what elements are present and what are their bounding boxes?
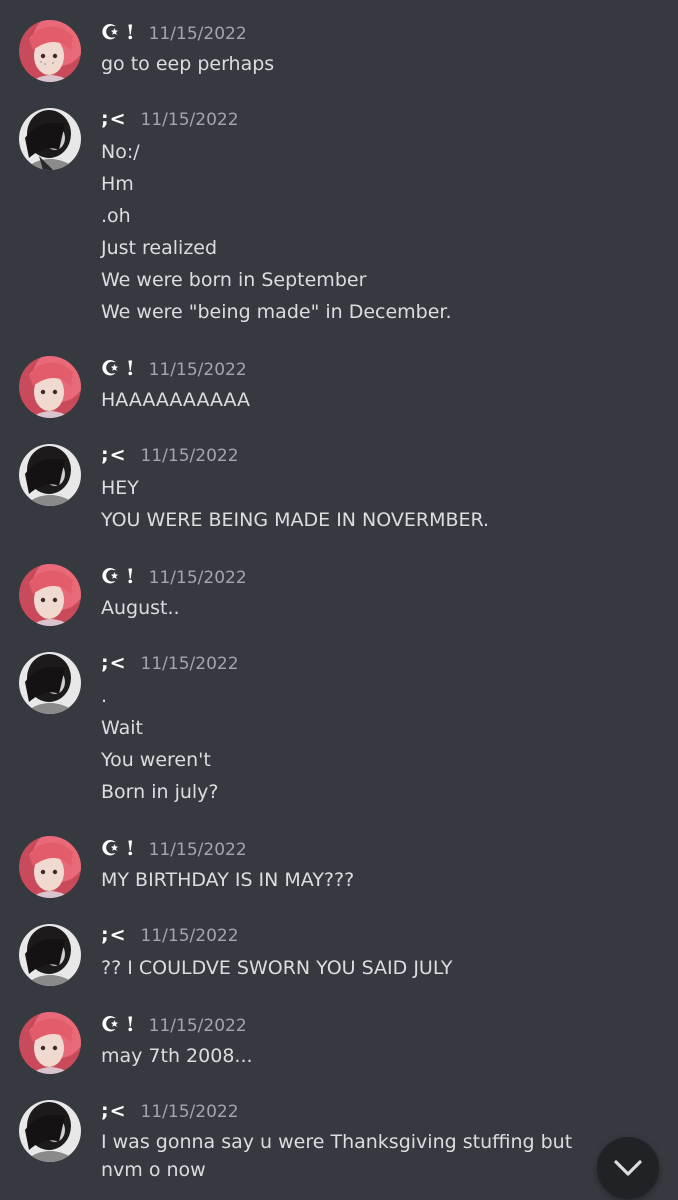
message-content: may 7th 2008... (101, 1040, 661, 1072)
username[interactable]: ;< (101, 924, 127, 946)
message-header: ☪︎ ! 11/15/2022 (101, 564, 247, 590)
dark-hair-avatar-image (19, 444, 81, 506)
username[interactable]: ;< (101, 444, 127, 466)
message-header: ;< 11/15/2022 (101, 652, 239, 678)
pink-hair-avatar[interactable] (19, 836, 81, 898)
message-line: We were born in September (101, 269, 367, 291)
message-line: No:/ (101, 141, 140, 163)
message-content: ?? I COULDVE SWORN YOU SAID JULY (101, 952, 661, 984)
chevron-down-icon (614, 1160, 642, 1176)
pink-hair-avatar-image (19, 20, 81, 82)
message-line: We were "being made" in December. (101, 301, 452, 323)
username[interactable]: ;< (101, 652, 127, 674)
message-line: ?? I COULDVE SWORN YOU SAID JULY (101, 957, 453, 979)
pink-hair-avatar[interactable] (19, 1012, 81, 1074)
message-line: You weren't (101, 749, 211, 771)
timestamp: 11/15/2022 (140, 446, 239, 466)
message-line: . (101, 685, 108, 707)
dark-hair-avatar[interactable] (19, 108, 81, 170)
message-line: .oh (101, 205, 131, 227)
jump-to-present-button[interactable] (597, 1137, 659, 1199)
message-line: HEY (101, 477, 139, 499)
message-line: MY BIRTHDAY IS IN MAY??? (101, 869, 355, 891)
message-line: YOU WERE BEING MADE IN NOVERMBER. (101, 509, 490, 531)
pink-hair-avatar-image (19, 564, 81, 626)
dark-hair-avatar-image (19, 108, 81, 170)
message-line: HAAAAAAAAAA (101, 389, 251, 411)
username[interactable]: ;< (101, 108, 127, 130)
message-content: HEY YOU WERE BEING MADE IN NOVERMBER. (101, 472, 661, 536)
message-line: I was gonna say u were Thanksgiving stuf… (101, 1131, 573, 1181)
dark-hair-avatar[interactable] (19, 652, 81, 714)
message-header: ;< 11/15/2022 (101, 108, 239, 134)
timestamp: 11/15/2022 (140, 926, 239, 946)
username[interactable]: ☪︎ ! (101, 356, 135, 380)
message-content: MY BIRTHDAY IS IN MAY??? (101, 864, 661, 896)
timestamp: 11/15/2022 (140, 1102, 239, 1122)
message-header: ☪︎ ! 11/15/2022 (101, 356, 247, 382)
username[interactable]: ☪︎ ! (101, 20, 135, 44)
pink-hair-avatar[interactable] (19, 564, 81, 626)
message-line: go to eep perhaps (101, 53, 275, 75)
pink-hair-avatar-image (19, 1012, 81, 1074)
pink-hair-avatar[interactable] (19, 20, 81, 82)
message-line: Just realized (101, 237, 218, 259)
pink-hair-avatar-image (19, 836, 81, 898)
dark-hair-avatar-image (19, 652, 81, 714)
dark-hair-avatar-image (19, 1100, 81, 1162)
dark-hair-avatar[interactable] (19, 1100, 81, 1162)
timestamp: 11/15/2022 (140, 654, 239, 674)
username[interactable]: ☪︎ ! (101, 836, 135, 860)
timestamp: 11/15/2022 (148, 1016, 247, 1036)
timestamp: 11/15/2022 (140, 110, 239, 130)
timestamp: 11/15/2022 (148, 840, 247, 860)
message-header: ☪︎ ! 11/15/2022 (101, 836, 247, 862)
message-line: Hm (101, 173, 134, 195)
dark-hair-avatar[interactable] (19, 444, 81, 506)
message-header: ;< 11/15/2022 (101, 924, 239, 950)
username[interactable]: ☪︎ ! (101, 564, 135, 588)
timestamp: 11/15/2022 (148, 568, 247, 588)
chat-message-list[interactable]: ☪︎ ! 11/15/2022 go to eep perhaps ;< 11/… (0, 0, 678, 1200)
message-header: ;< 11/15/2022 (101, 444, 239, 470)
message-line: Wait (101, 717, 143, 739)
timestamp: 11/15/2022 (148, 360, 247, 380)
message-content: HAAAAAAAAAA (101, 384, 661, 416)
dark-hair-avatar[interactable] (19, 924, 81, 986)
message-header: ☪︎ ! 11/15/2022 (101, 1012, 247, 1038)
message-line: may 7th 2008... (101, 1045, 253, 1067)
message-header: ;< 11/15/2022 (101, 1100, 239, 1126)
timestamp: 11/15/2022 (148, 24, 247, 44)
message-header: ☪︎ ! 11/15/2022 (101, 20, 247, 46)
dark-hair-avatar-image (19, 924, 81, 986)
username[interactable]: ;< (101, 1100, 127, 1122)
message-content: . Wait You weren't Born in july? (101, 680, 661, 808)
username[interactable]: ☪︎ ! (101, 1012, 135, 1036)
message-content: I was gonna say u were Thanksgiving stuf… (101, 1128, 661, 1184)
message-content: No:/ Hm .oh Just realized We were born i… (101, 136, 661, 328)
pink-hair-avatar[interactable] (19, 356, 81, 418)
message-content: August.. (101, 592, 661, 624)
message-line: August.. (101, 597, 180, 619)
message-content: go to eep perhaps (101, 48, 661, 80)
pink-hair-avatar-image (19, 356, 81, 418)
message-line: Born in july? (101, 781, 219, 803)
